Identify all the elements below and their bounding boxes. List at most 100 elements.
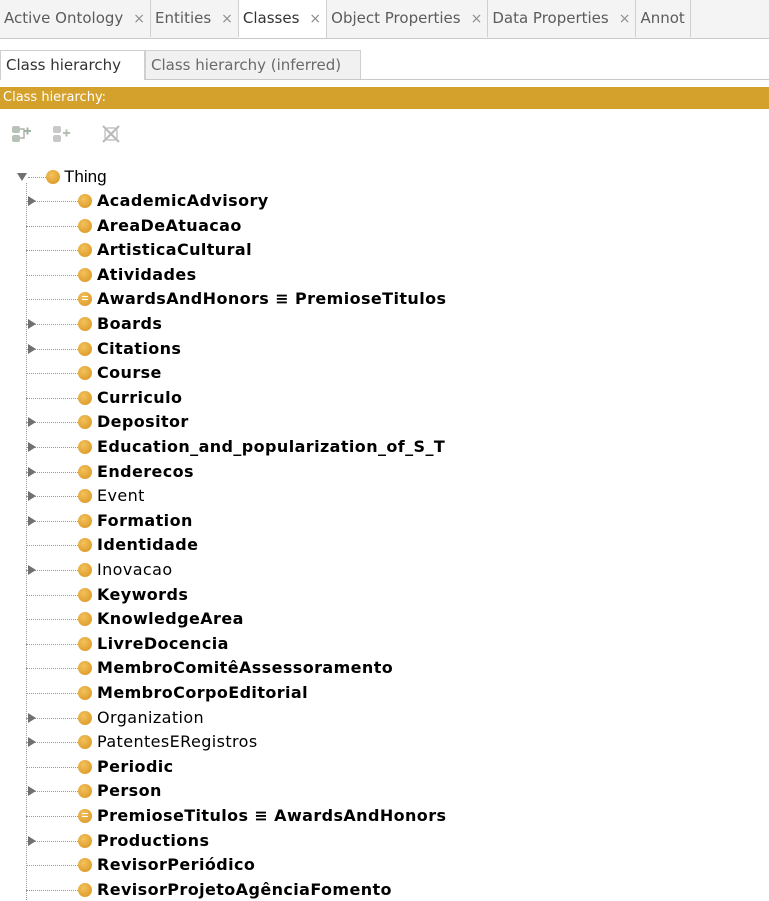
class-label: AwardsAndHonors ≡ PremioseTitulos xyxy=(97,289,447,309)
subtab-class-hierarchy-inferred[interactable]: Class hierarchy (inferred) xyxy=(145,50,361,79)
class-icon xyxy=(78,464,92,479)
class-icon xyxy=(78,661,92,676)
class-icon xyxy=(78,366,92,381)
defined-class-icon xyxy=(78,808,92,823)
tree-row[interactable]: PremioseTitulos ≡ AwardsAndHonors xyxy=(0,804,769,829)
class-icon xyxy=(78,759,92,774)
add-subclass-button[interactable] xyxy=(8,120,36,148)
tree-row[interactable]: Productions xyxy=(0,828,769,853)
tree-connector xyxy=(26,619,78,621)
class-icon xyxy=(78,243,92,258)
tab-entities[interactable]: Entities × xyxy=(151,0,239,37)
tab-close-icon[interactable]: × xyxy=(309,11,321,27)
collapse-toggle-icon[interactable] xyxy=(28,343,36,354)
tree-connector xyxy=(26,397,78,399)
tree-connector xyxy=(26,815,78,817)
collapse-toggle-icon[interactable] xyxy=(28,441,36,452)
tree-row[interactable]: RevisorProjetoAgênciaFomento xyxy=(0,878,769,901)
tree-row[interactable]: LivreDocencia xyxy=(0,632,769,657)
class-icon xyxy=(78,882,92,897)
tree-row[interactable]: ArtisticaCultural xyxy=(0,238,769,263)
tree-row[interactable]: Education_and_popularization_of_S_T xyxy=(0,435,769,460)
tree-row[interactable]: Event xyxy=(0,484,769,509)
tab-classes[interactable]: Classes × xyxy=(238,0,328,38)
tree-row[interactable]: Atividades xyxy=(0,263,769,288)
class-label: Person xyxy=(97,781,162,801)
tree-connector xyxy=(26,594,78,596)
class-label: Productions xyxy=(97,830,210,850)
expand-toggle-icon[interactable] xyxy=(17,172,27,181)
tree-row[interactable]: MembroCorpoEditorial xyxy=(0,681,769,706)
class-icon xyxy=(78,489,92,504)
collapse-toggle-icon[interactable] xyxy=(28,564,36,575)
hierarchy-tab-bar: Class hierarchy Class hierarchy (inferred… xyxy=(0,50,769,80)
tree-row[interactable]: Periodic xyxy=(0,755,769,780)
class-label: AreaDeAtuacao xyxy=(97,215,242,235)
tree-row[interactable]: Organization xyxy=(0,705,769,730)
class-icon xyxy=(78,538,92,553)
class-label: PatentesERegistros xyxy=(97,732,258,752)
tree-row[interactable]: KnowledgeArea xyxy=(0,607,769,632)
collapse-toggle-icon[interactable] xyxy=(28,466,36,477)
tree-root-row[interactable]: Thing xyxy=(0,165,769,190)
class-label: Thing xyxy=(64,166,107,186)
tree-row[interactable]: Depositor xyxy=(0,410,769,435)
tree-row[interactable]: Curriculo xyxy=(0,386,769,411)
class-label: Citations xyxy=(97,338,182,358)
defined-class-icon xyxy=(78,292,92,307)
subtab-class-hierarchy[interactable]: Class hierarchy xyxy=(0,50,145,80)
collapse-toggle-icon[interactable] xyxy=(28,195,36,206)
class-icon xyxy=(46,169,60,184)
tree-row[interactable]: AwardsAndHonors ≡ PremioseTitulos xyxy=(0,287,769,312)
tree-connector xyxy=(26,865,78,867)
tab-object-properties[interactable]: Object Properties × xyxy=(327,0,489,37)
collapse-toggle-icon[interactable] xyxy=(28,737,36,748)
class-icon xyxy=(78,710,92,725)
tree-row[interactable]: PatentesERegistros xyxy=(0,730,769,755)
tree-row[interactable]: MembroComitêAssessoramento xyxy=(0,656,769,681)
collapse-toggle-icon[interactable] xyxy=(28,515,36,526)
collapse-toggle-icon[interactable] xyxy=(28,417,36,428)
tree-row[interactable]: Formation xyxy=(0,509,769,534)
add-sibling-class-button[interactable] xyxy=(48,120,76,148)
tab-label: Object Properties xyxy=(331,9,461,27)
tree-row[interactable]: AcademicAdvisory xyxy=(0,189,769,214)
class-label: Boards xyxy=(97,313,163,333)
add-subclass-icon xyxy=(12,126,31,142)
class-label: Event xyxy=(97,486,145,506)
class-label: MembroCorpoEditorial xyxy=(97,682,309,702)
tree-row[interactable]: Course xyxy=(0,361,769,386)
class-label: Enderecos xyxy=(97,461,194,481)
class-label: Education_and_popularization_of_S_T xyxy=(97,436,446,456)
tab-data-properties[interactable]: Data Properties × xyxy=(488,0,637,37)
tab-close-icon[interactable]: × xyxy=(221,11,233,27)
tab-label: Data Properties xyxy=(492,9,609,27)
class-toolbar xyxy=(0,116,769,156)
tree-row[interactable]: RevisorPeriódico xyxy=(0,853,769,878)
tree-row[interactable]: Enderecos xyxy=(0,459,769,484)
tree-row[interactable]: Person xyxy=(0,779,769,804)
tab-active-ontology[interactable]: Active Ontology × xyxy=(0,0,152,37)
tab-annot[interactable]: Annot xyxy=(636,0,691,37)
tree-row[interactable]: Citations xyxy=(0,336,769,361)
tree-row[interactable]: AreaDeAtuacao xyxy=(0,213,769,238)
collapse-toggle-icon[interactable] xyxy=(28,835,36,846)
collapse-toggle-icon[interactable] xyxy=(28,712,36,723)
collapse-toggle-icon[interactable] xyxy=(28,491,36,502)
class-icon xyxy=(78,735,92,750)
tab-close-icon[interactable]: × xyxy=(471,11,483,27)
tree-row[interactable]: Keywords xyxy=(0,582,769,607)
delete-class-icon xyxy=(102,125,120,143)
class-label: Curriculo xyxy=(97,387,183,407)
tab-close-icon[interactable]: × xyxy=(133,11,145,27)
delete-class-button[interactable] xyxy=(97,120,125,148)
tree-row[interactable]: Boards xyxy=(0,312,769,337)
tab-label: Classes xyxy=(242,9,300,27)
class-icon xyxy=(78,390,92,405)
collapse-toggle-icon[interactable] xyxy=(28,786,36,797)
collapse-toggle-icon[interactable] xyxy=(28,318,36,329)
tree-connector xyxy=(26,545,78,547)
tab-close-icon[interactable]: × xyxy=(619,11,631,27)
tree-row[interactable]: Identidade xyxy=(0,533,769,558)
tree-row[interactable]: Inovacao xyxy=(0,558,769,583)
